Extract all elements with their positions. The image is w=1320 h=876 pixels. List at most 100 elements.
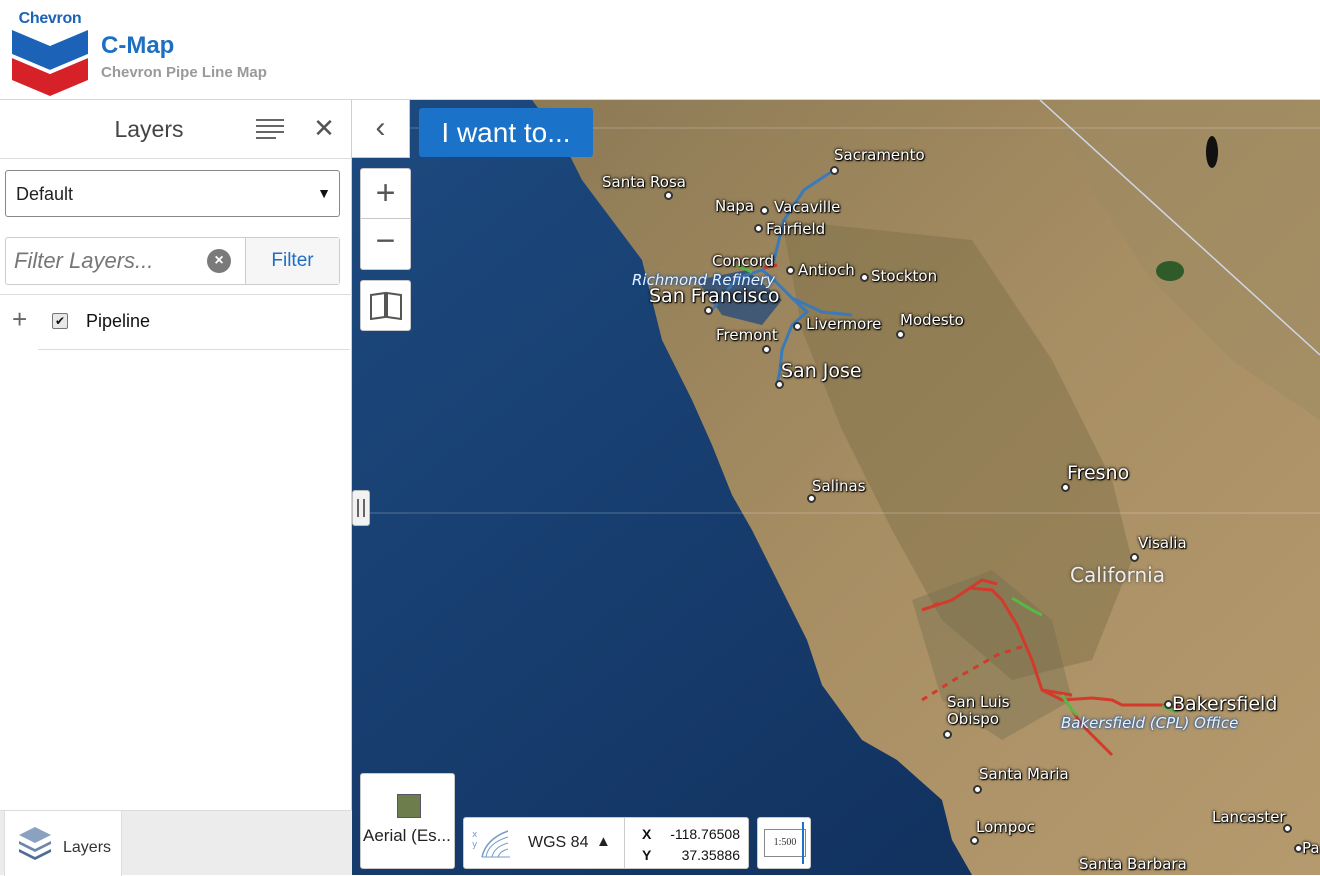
- tab-layers-label: Layers: [63, 839, 112, 856]
- city-marker: [943, 730, 952, 739]
- city-marker: [760, 206, 769, 215]
- city-label: Fremont: [716, 326, 778, 344]
- filter-button[interactable]: Filter: [245, 238, 339, 284]
- layer-label: Pipeline: [86, 311, 151, 331]
- coordinate-display[interactable]: x y WGS 84 ▲ X Y -118.76508 37.35886: [463, 817, 749, 869]
- city-label: Visalia: [1138, 534, 1187, 552]
- city-label: Bakersfield: [1172, 693, 1278, 715]
- clear-icon[interactable]: ×: [207, 249, 231, 273]
- city-marker: [830, 166, 839, 175]
- plus-icon: +: [375, 174, 396, 212]
- basemap-label: Aerial (Es...: [363, 826, 451, 845]
- panel-resize-handle[interactable]: [352, 490, 370, 526]
- city-label: Lompoc: [976, 818, 1035, 836]
- zoom-in-button[interactable]: +: [360, 168, 411, 219]
- layer-visibility-checkbox[interactable]: ✔: [52, 313, 68, 329]
- layers-stack-icon: [19, 827, 51, 860]
- city-label: Santa Maria: [979, 765, 1069, 783]
- poi-label: Richmond Refinery: [632, 271, 776, 289]
- city-label: Pa: [1302, 839, 1320, 857]
- theme-select[interactable]: Default ▼: [5, 170, 340, 217]
- city-marker: [786, 266, 795, 275]
- scale-button[interactable]: 1:500: [757, 817, 811, 869]
- caret-down-icon: ▼: [317, 185, 331, 201]
- divider: [0, 158, 352, 159]
- grip-icon: [357, 499, 365, 517]
- app-header: Chevron C-Map Chevron Pipe Line Map: [0, 0, 1320, 100]
- i-want-to-button[interactable]: I want to...: [419, 108, 593, 157]
- city-label: Santa Rosa: [602, 173, 686, 191]
- minus-icon: −: [375, 222, 396, 260]
- city-label: Fresno: [1067, 462, 1130, 484]
- city-marker: [970, 836, 979, 845]
- city-label: Salinas: [812, 477, 866, 495]
- city-label: Napa: [715, 197, 755, 215]
- map-view[interactable]: Sacramento Santa Rosa Napa Vacaville Fai…: [352, 100, 1320, 875]
- app-subtitle: Chevron Pipe Line Map: [101, 64, 267, 81]
- city-label: Modesto: [900, 311, 964, 329]
- city-label: Concord: [712, 252, 775, 270]
- city-label: San Luis Obispo: [947, 693, 1010, 728]
- chevron-left-icon: ‹: [375, 111, 386, 144]
- city-label: Sacramento: [834, 146, 925, 164]
- state-label: California: [1070, 563, 1165, 587]
- city-marker: [896, 330, 905, 339]
- expand-plus-icon[interactable]: +: [12, 304, 27, 335]
- aerial-thumbnail-icon: [397, 794, 421, 818]
- theme-select-value: Default: [16, 184, 74, 204]
- app-title: C-Map: [101, 32, 175, 59]
- coordinate-grid-icon: x y: [472, 830, 510, 858]
- city-label: Stockton: [871, 267, 938, 285]
- layer-filter: × Filter: [5, 237, 340, 285]
- city-marker: [860, 273, 869, 282]
- x-label: X: [642, 826, 652, 842]
- panel-tab-bar: Layers: [0, 810, 352, 876]
- x-value: -118.76508: [670, 826, 740, 842]
- book-icon: [370, 291, 402, 321]
- zoom-out-button[interactable]: −: [360, 219, 411, 270]
- chevron-chevrons-icon: [12, 30, 88, 96]
- city-label: Antioch: [798, 261, 855, 279]
- logo-wordmark: Chevron: [18, 10, 82, 27]
- panel-title: Layers: [114, 116, 184, 142]
- city-marker: [1294, 844, 1303, 853]
- city-label: Santa Barbara: [1079, 855, 1187, 873]
- collapse-panel-button[interactable]: ‹: [352, 100, 410, 158]
- basemap-switcher-button[interactable]: Aerial (Es...: [360, 773, 455, 869]
- y-value: 37.35886: [681, 847, 740, 863]
- scale-icon: 1:500: [764, 829, 806, 857]
- city-marker: [807, 494, 816, 503]
- svg-text:y: y: [472, 840, 478, 850]
- city-marker: [664, 191, 673, 200]
- city-label: San Jose: [781, 360, 862, 382]
- hamburger-menu-icon[interactable]: [256, 118, 286, 140]
- divider: [38, 349, 350, 350]
- city-marker: [1130, 553, 1139, 562]
- divider: [0, 294, 352, 295]
- city-label: Livermore: [806, 315, 882, 333]
- coordinate-system-label[interactable]: WGS 84: [528, 834, 588, 852]
- close-icon[interactable]: ✕: [311, 113, 337, 143]
- city-marker: [1164, 700, 1173, 709]
- svg-text:x: x: [472, 830, 478, 840]
- tab-layers[interactable]: Layers: [4, 811, 122, 876]
- layers-panel: Layers ✕ Default ▼ × Filter + ✔ Pipeline: [0, 100, 352, 876]
- city-marker: [762, 345, 771, 354]
- bookmarks-button[interactable]: [360, 280, 411, 331]
- city-marker: [754, 224, 763, 233]
- y-label: Y: [642, 847, 652, 863]
- poi-label: Bakersfield (CPL) Office: [1061, 714, 1239, 732]
- city-label: Lancaster: [1212, 808, 1286, 826]
- city-label: Vacaville: [774, 198, 841, 216]
- city-marker: [1061, 483, 1070, 492]
- city-marker: [1283, 824, 1292, 833]
- layer-item-pipeline: + ✔ Pipeline: [0, 298, 352, 344]
- city-marker: [775, 380, 784, 389]
- city-marker: [793, 322, 802, 331]
- city-label: Fairfield: [766, 220, 826, 238]
- divider: [624, 818, 625, 868]
- scale-bar-icon: [802, 822, 806, 864]
- chevron-logo: Chevron: [10, 10, 90, 96]
- caret-up-icon[interactable]: ▲: [596, 833, 611, 850]
- city-marker: [973, 785, 982, 794]
